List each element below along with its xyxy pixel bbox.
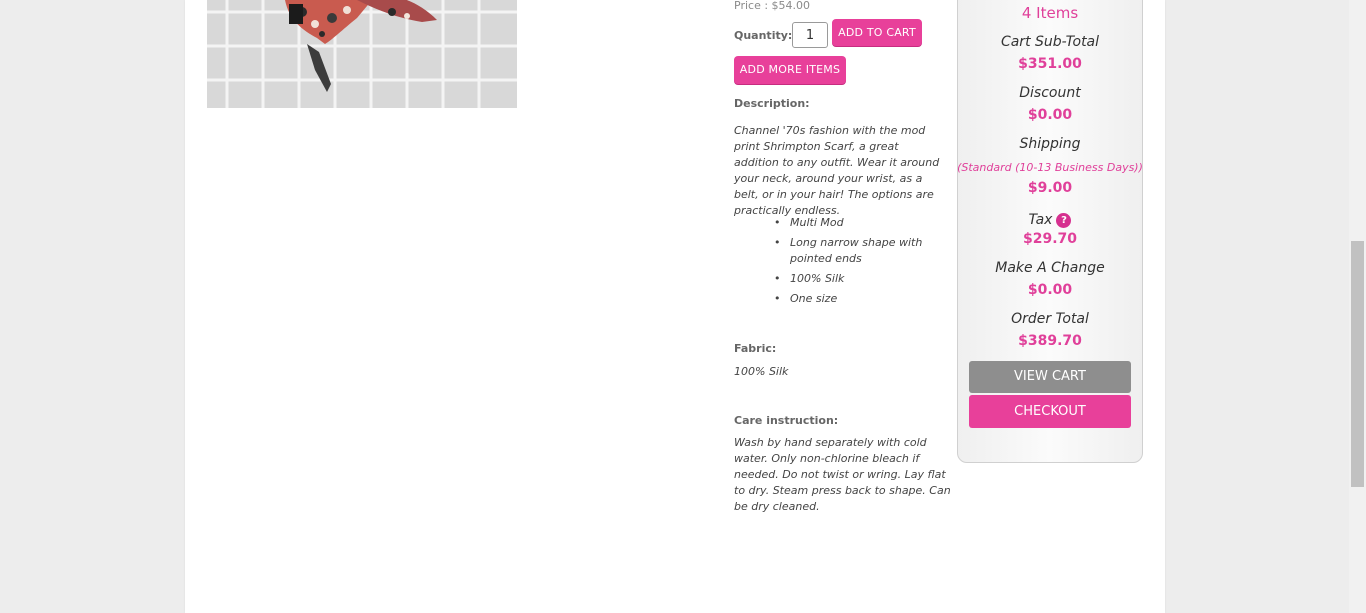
order-total-label: Order Total — [1011, 311, 1089, 327]
list-item: Multi Mod — [774, 215, 956, 231]
quantity-input[interactable] — [792, 22, 828, 48]
shipping-label: Shipping — [1019, 136, 1081, 152]
fabric-label: Fabric: — [734, 342, 777, 355]
cart-item-count: 4 Items — [1021, 4, 1079, 22]
list-item: One size — [774, 291, 956, 307]
list-item: Long narrow shape with pointed ends — [774, 235, 956, 267]
care-text: Wash by hand separately with cold water.… — [734, 436, 951, 513]
product-image[interactable] — [207, 0, 517, 108]
add-to-cart-button[interactable]: ADD TO CART — [832, 19, 922, 46]
scrollbar[interactable] — [1349, 0, 1366, 613]
discount-label: Discount — [1019, 85, 1081, 101]
tax-row: Tax ? — [957, 209, 1143, 228]
tax-value: $29.70 — [1022, 231, 1078, 247]
change-label: Make A Change — [995, 260, 1105, 276]
quantity-label: Quantity: — [734, 29, 793, 42]
change-value: $0.00 — [1027, 282, 1073, 298]
view-cart-button[interactable]: VIEW CART — [969, 361, 1131, 393]
order-total-value: $389.70 — [1018, 333, 1082, 349]
subtotal-value: $351.00 — [1018, 56, 1082, 72]
checkout-button[interactable]: CHECKOUT — [969, 395, 1131, 428]
add-more-items-button[interactable]: ADD MORE ITEMS — [734, 56, 846, 84]
shipping-value: $9.00 — [1027, 180, 1073, 196]
list-item: 100% Silk — [774, 271, 956, 287]
description-text: Channel '70s fashion with the mod print … — [734, 124, 940, 217]
tax-label: Tax — [1028, 212, 1053, 228]
scrollbar-thumb[interactable] — [1351, 241, 1364, 487]
product-price: Price : $54.00 — [734, 0, 811, 12]
subtotal-label: Cart Sub-Total — [1000, 34, 1100, 50]
help-icon[interactable]: ? — [1056, 212, 1072, 228]
description-label: Description: — [734, 97, 810, 110]
fabric-text: 100% Silk — [734, 365, 789, 378]
discount-value: $0.00 — [1027, 107, 1073, 123]
feature-list: Multi Mod Long narrow shape with pointed… — [774, 215, 956, 311]
shipping-method: (Standard (10-13 Business Days)) — [957, 161, 1143, 174]
care-label: Care instruction: — [734, 414, 839, 427]
